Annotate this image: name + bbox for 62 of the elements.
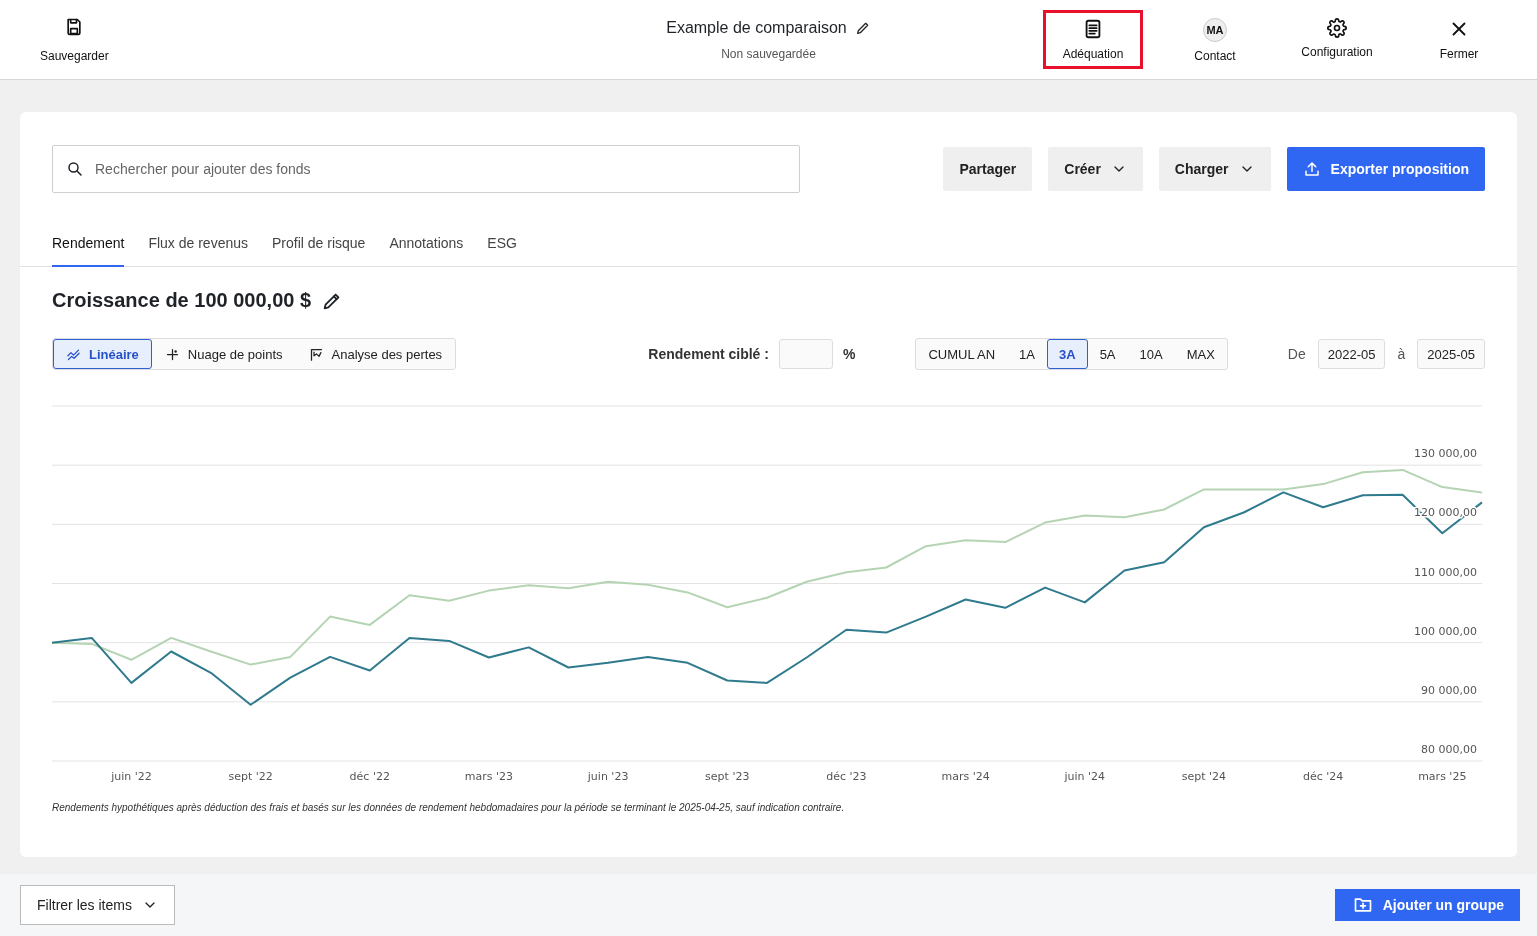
export-button[interactable]: Exporter proposition: [1286, 147, 1485, 191]
x-axis-label: juin '22: [111, 770, 152, 783]
y-axis-label: 130 000,00: [1414, 447, 1477, 461]
tab[interactable]: Flux de revenus: [148, 231, 248, 267]
x-axis-label: déc '23: [826, 770, 867, 783]
tab[interactable]: Annotations: [389, 231, 464, 267]
y-axis-label: 80 000,00: [1421, 743, 1477, 756]
y-axis-label: 90 000,00: [1421, 683, 1477, 697]
target-field[interactable]: [778, 339, 833, 369]
footnote: Rendements hypothétiques après déduction des frais et basés sur les données de rendement hebdomadaires pour la période se terminant le 2025-04-25, sauf indication contraire.: [51, 802, 846, 813]
date-field[interactable]: 2022-05: [1317, 339, 1386, 369]
x-axis-label: sept '23: [705, 770, 750, 783]
settings-icon: [1327, 18, 1347, 38]
y-axis-label: 110 000,00: [1414, 565, 1477, 579]
date-field[interactable]: 2025-05: [1417, 339, 1485, 369]
tab[interactable]: Profil de risque: [272, 231, 366, 267]
range-button[interactable]: 10A: [1127, 339, 1175, 369]
x-axis-label: sept '24: [1181, 770, 1227, 783]
y-axis-label: 100 000,00: [1414, 624, 1477, 638]
x-axis-label: mars '25: [1418, 770, 1467, 783]
x-axis-label: déc '22: [349, 770, 390, 783]
crosshair-icon: [164, 346, 180, 362]
tab[interactable]: ESG: [487, 231, 517, 267]
x-axis-label: juin '24: [1064, 770, 1106, 783]
x-axis-label: mars '23: [464, 770, 514, 783]
range-button[interactable]: 1A: [1007, 339, 1047, 369]
nav-button[interactable]: Configuration: [1287, 10, 1387, 69]
folder-plus-icon: [1352, 895, 1373, 915]
nav-button[interactable]: Adéquation: [1043, 10, 1143, 69]
nav-button[interactable]: Fermer: [1409, 10, 1509, 69]
avatar-icon: MA: [1203, 18, 1227, 42]
save-button[interactable]: Sauvegarder: [36, 12, 113, 67]
range-button[interactable]: CUMUL AN: [916, 339, 1008, 369]
from-label: De: [1287, 346, 1306, 362]
chart-type-button[interactable]: Analyse des pertes: [295, 339, 456, 369]
search-field[interactable]: Rechercher pour ajouter des fonds: [52, 145, 800, 193]
flag-chart-icon: [308, 346, 324, 362]
upload-icon: [1302, 160, 1321, 178]
filter-button[interactable]: Filtrer les items: [20, 885, 175, 925]
chart-type-button[interactable]: Linéaire: [53, 339, 152, 369]
nav-button[interactable]: MA Contact: [1165, 10, 1265, 69]
x-axis-label: juin '23: [587, 770, 629, 783]
chart-type-button[interactable]: Nuage de points: [151, 339, 296, 369]
document-title: Example de comparaison: [666, 18, 847, 37]
dropdown-button[interactable]: Créer: [1048, 147, 1143, 191]
to-label: à: [1397, 346, 1406, 362]
section-heading: Croissance de 100 000,00 $: [52, 289, 312, 312]
range-button[interactable]: 5A: [1087, 339, 1128, 369]
save-status: Non sauvegardée: [721, 46, 816, 61]
unit-label: %: [842, 346, 856, 362]
action-button[interactable]: Partager: [943, 147, 1033, 191]
line-chart-icon: [66, 346, 81, 362]
x-axis-label: déc '24: [1302, 770, 1344, 783]
x-axis-label: mars '24: [941, 770, 990, 783]
range-button[interactable]: MAX: [1174, 339, 1227, 369]
x-axis-label: sept '22: [228, 770, 273, 783]
tab[interactable]: Rendement: [52, 231, 125, 267]
range-button[interactable]: 3A: [1047, 339, 1088, 369]
dropdown-button[interactable]: Charger: [1158, 147, 1271, 191]
add-group-button[interactable]: Ajouter un groupe: [1334, 889, 1520, 921]
search-icon: [66, 160, 84, 178]
target-label: Rendement ciblé :: [648, 346, 769, 362]
